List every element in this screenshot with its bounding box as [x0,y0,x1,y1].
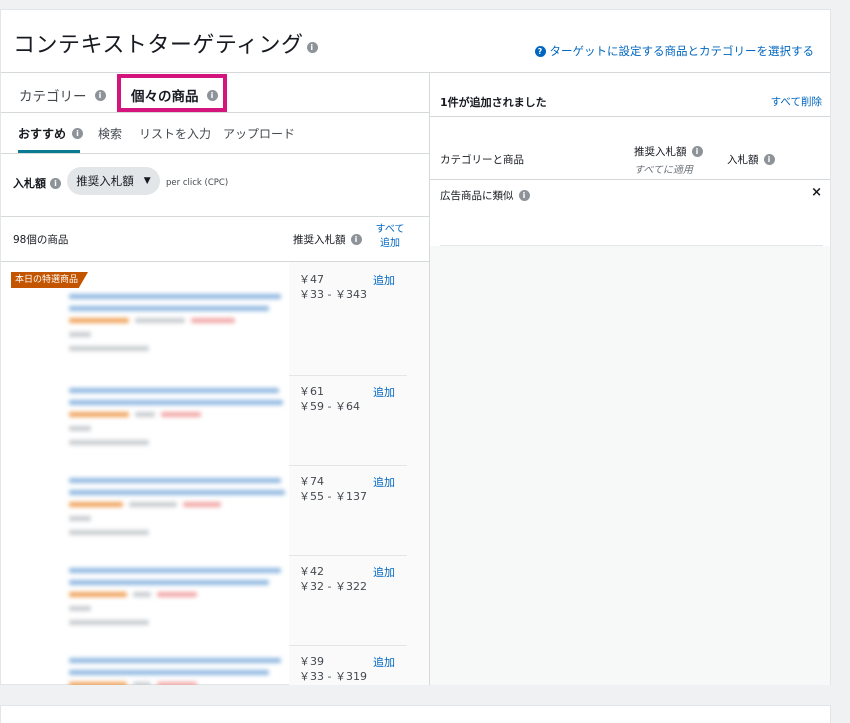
added-status: 1件が追加されました [440,96,547,109]
left-panel: カテゴリー i 個々の商品 i おすすめ i 検索 リストを入力 アップロード [1,73,430,685]
active-subtab-underline [18,150,80,153]
suggested-bid: ￥47 ￥33 - ￥343 [299,273,367,301]
blurred-product-info [7,564,287,644]
next-section-card [0,705,831,723]
bid-row: 入札額 i 推奨入札額 ▼ per click (CPC) [1,154,430,217]
blurred-product-info [7,654,287,685]
list-item: ￥39 ￥33 - ￥319 追加 [1,646,430,685]
blurred-product-info [7,474,287,554]
info-icon[interactable]: i [50,177,61,189]
product-table-header: 98個の商品 推奨入札額 i すべて追加 [1,217,430,262]
info-icon[interactable]: i [763,154,775,165]
info-icon[interactable]: i [94,89,106,101]
product-count: 98個の商品 [13,234,69,246]
tab-individual-products[interactable]: 個々の商品 i [131,85,218,105]
selected-item-label: 広告商品に類似 i [440,188,530,203]
add-button[interactable]: 追加 [373,474,395,490]
targeting-tabs: カテゴリー i 個々の商品 i [1,73,430,113]
subtab-upload[interactable]: アップロード [223,125,295,142]
suggested-bid-header: 推奨入札額 i [293,232,362,247]
deal-badge: 本日の特選商品 [11,272,89,288]
info-icon[interactable]: i [691,146,703,157]
subtab-recommended[interactable]: おすすめ i [18,125,84,142]
product-subtabs: おすすめ i 検索 リストを入力 アップロード [1,113,430,154]
bid-label: 入札額 i [13,175,61,191]
blurred-product-info [7,290,287,370]
info-icon[interactable]: i [350,234,362,245]
close-icon[interactable]: × [811,185,822,200]
info-icon[interactable]: i [518,190,530,201]
list-item: 本日の特選商品 ￥47 ￥33 - ￥343 追加 [1,262,430,376]
subtab-enter-list[interactable]: リストを入力 [139,125,211,142]
info-icon[interactable]: i [306,41,318,53]
info-icon[interactable]: i [206,89,218,101]
per-click-label: per click (CPC) [166,178,229,188]
add-button[interactable]: 追加 [373,564,395,580]
product-list: 本日の特選商品 ￥47 ￥33 - ￥343 追加 ￥61 ￥59 - ￥64 … [1,262,430,685]
subtab-search[interactable]: 検索 [98,125,122,142]
list-item: ￥61 ￥59 - ￥64 追加 [1,376,430,466]
selected-area-bg [430,180,830,685]
help-link[interactable]: ? ターゲットに設定する商品とカテゴリーを選択する [534,43,814,59]
row-divider [440,245,823,246]
col-suggested-bid: 推奨入札額 i [634,144,703,159]
add-all-button[interactable]: すべて追加 [371,223,409,251]
remove-all-button[interactable]: すべて削除 [771,94,822,109]
selected-header: 1件が追加されました すべて削除 [430,73,830,117]
bid-strategy-select[interactable]: 推奨入札額 ▼ [67,167,160,195]
list-item: ￥74 ￥55 - ￥137 追加 [1,466,430,556]
contextual-targeting-card: コンテキストターゲティング i ? ターゲットに設定する商品とカテゴリーを選択す… [0,9,831,685]
help-icon: ? [534,45,546,57]
right-panel: 1件が追加されました すべて削除 カテゴリーと商品 推奨入札額 i すべてに適用… [430,73,830,685]
list-item: ￥42 ￥32 - ￥322 追加 [1,556,430,646]
suggested-bid: ￥42 ￥32 - ￥322 [299,565,367,593]
blurred-product-info [7,384,287,464]
col-bid: 入札額 i [727,152,775,167]
add-button[interactable]: 追加 [373,654,395,670]
chevron-down-icon: ▼ [143,176,151,186]
col-category-products: カテゴリーと商品 [440,154,524,166]
suggested-bid: ￥61 ￥59 - ￥64 [299,385,360,413]
selected-row: 広告商品に類似 i × [430,180,830,246]
apply-to-all-link[interactable]: すべてに適用 [634,161,693,176]
selected-table-header: カテゴリーと商品 推奨入札額 i すべてに適用 入札額 i [430,117,830,180]
tab-category[interactable]: カテゴリー i [19,85,106,105]
suggested-bid: ￥39 ￥33 - ￥319 [299,655,367,683]
suggested-bid: ￥74 ￥55 - ￥137 [299,475,367,503]
info-icon[interactable]: i [72,128,84,139]
page-title: コンテキストターゲティング i [13,27,318,59]
add-button[interactable]: 追加 [373,272,395,288]
add-button[interactable]: 追加 [373,384,395,400]
